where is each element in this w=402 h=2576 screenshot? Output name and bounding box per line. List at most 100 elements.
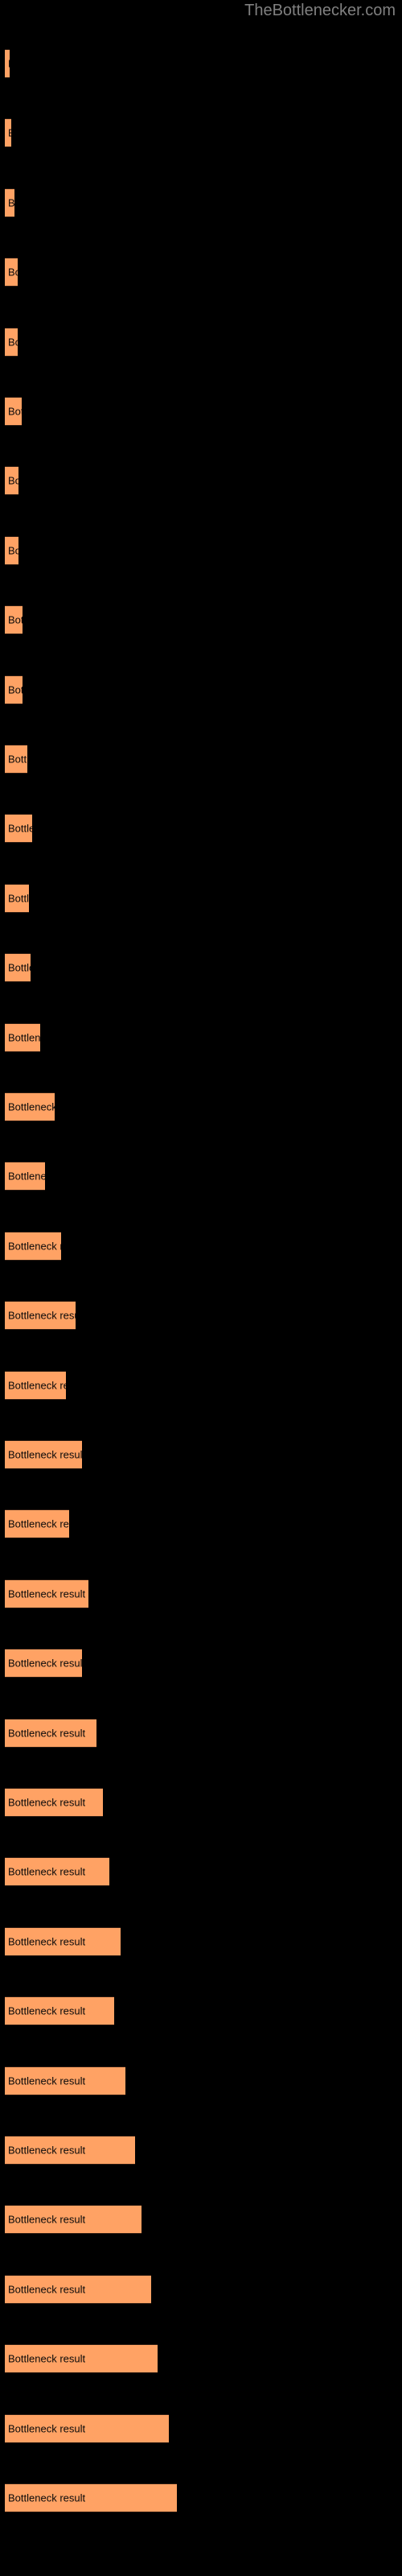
bar-label: Bottleneck result xyxy=(8,1031,40,1044)
bar-label-clip: Bottleneck result xyxy=(5,2067,125,2095)
bar-label: Bottleneck result xyxy=(8,2004,86,2017)
bar-label: Bottleneck result xyxy=(8,196,14,209)
bar-label-clip: Bottleneck result xyxy=(5,1997,114,2025)
bar-16: Bottleneck result xyxy=(5,1162,45,1191)
bar-label-clip: Bottleneck result xyxy=(5,676,23,704)
bar-label: Bottleneck result xyxy=(8,2352,86,2365)
bar-19: Bottleneck result xyxy=(5,1370,66,1400)
bar-label: Bottleneck result xyxy=(8,1865,86,1878)
bar-label: Bottleneck result xyxy=(8,613,23,626)
bar-5: Bottleneck result xyxy=(5,397,22,426)
bar-label: Bottleneck result xyxy=(8,2491,86,2504)
bar-label: Bottleneck result xyxy=(8,2422,86,2435)
bar-label-clip: Bottleneck result xyxy=(5,50,10,77)
bar-17: Bottleneck result xyxy=(5,1231,61,1261)
bar-label: Bottleneck result xyxy=(8,1240,61,1253)
bar-label-clip: Bottleneck result xyxy=(5,328,18,356)
bottleneck-bar-chart: Bottleneck result Bottleneck result Bottle… xyxy=(0,0,402,2576)
bar-label: Bottleneck result xyxy=(8,58,10,70)
bar-label-clip: Bottleneck result xyxy=(5,2345,158,2372)
bar-label-clip: Bottleneck result xyxy=(5,119,11,147)
bar-34: Bottleneck result xyxy=(5,2413,169,2443)
bar-7: Bottleneck result xyxy=(5,535,18,565)
bar-15: Bottleneck result xyxy=(5,1092,55,1121)
bar-3: Bottleneck result xyxy=(5,258,18,287)
bar-25: Bottleneck result xyxy=(5,1788,103,1817)
bar-label: Bottleneck result xyxy=(8,1309,76,1322)
bar-29: Bottleneck result xyxy=(5,2066,125,2095)
bar-label-clip: Bottleneck result xyxy=(5,1858,109,1885)
bar-1: Bottleneck result xyxy=(5,118,11,148)
bar-label: Bottleneck result xyxy=(8,753,27,766)
bar-label: Bottleneck result xyxy=(8,544,18,557)
bar-21: Bottleneck result xyxy=(5,1509,69,1539)
bar-label-clip: Bottleneck result xyxy=(5,1510,69,1538)
bar-label-clip: Bottleneck result xyxy=(5,745,27,773)
bar-label-clip: Bottleneck result xyxy=(5,885,29,912)
bar-23: Bottleneck result xyxy=(5,1649,82,1678)
bar-11: Bottleneck result xyxy=(5,814,32,844)
bar-label: Bottleneck result xyxy=(8,1448,82,1461)
bar-4: Bottleneck result xyxy=(5,327,18,357)
bar-label: Bottleneck result xyxy=(8,266,18,279)
bar-label-clip: Bottleneck result xyxy=(5,1162,45,1190)
bar-18: Bottleneck result xyxy=(5,1301,76,1331)
bar-label-clip: Bottleneck result xyxy=(5,398,22,425)
bar-label-clip: Bottleneck result xyxy=(5,1372,66,1399)
bar-27: Bottleneck result xyxy=(5,1926,121,1956)
bar-label: Bottleneck result xyxy=(8,2213,86,2226)
bar-22: Bottleneck result xyxy=(5,1579,88,1608)
bar-label: Bottleneck result xyxy=(8,1100,55,1113)
bar-label: Bottleneck result xyxy=(8,2283,86,2296)
bar-label: Bottleneck result xyxy=(8,336,18,349)
bar-label-clip: Bottleneck result xyxy=(5,815,32,842)
bar-label: Bottleneck result xyxy=(8,683,23,696)
bar-label-clip: Bottleneck result xyxy=(5,258,18,286)
bar-0: Bottleneck result xyxy=(5,49,10,78)
bar-31: Bottleneck result xyxy=(5,2205,142,2235)
bar-label: Bottleneck result xyxy=(8,1796,86,1809)
bar-14: Bottleneck result xyxy=(5,1022,40,1052)
bar-label: Bottleneck result xyxy=(8,1587,86,1600)
bar-label-clip: Bottleneck result xyxy=(5,1441,82,1468)
bar-6: Bottleneck result xyxy=(5,466,18,496)
bar-label: Bottleneck result xyxy=(8,1517,69,1530)
bar-26: Bottleneck result xyxy=(5,1857,109,1887)
bar-label-clip: Bottleneck result xyxy=(5,954,31,981)
bar-label-clip: Bottleneck result xyxy=(5,1232,61,1260)
bar-32: Bottleneck result xyxy=(5,2274,151,2304)
bar-label-clip: Bottleneck result xyxy=(5,1024,40,1051)
bar-label-clip: Bottleneck result xyxy=(5,1719,96,1747)
bar-label: Bottleneck result xyxy=(8,892,29,905)
bar-2: Bottleneck result xyxy=(5,188,14,217)
bar-label: Bottleneck result xyxy=(8,127,11,139)
bar-label: Bottleneck result xyxy=(8,405,22,418)
bar-label: Bottleneck result xyxy=(8,1657,82,1670)
bars-layer: Bottleneck result Bottleneck result Bottle… xyxy=(0,0,402,2576)
watermark-thebottlenecker: TheBottlenecker.com xyxy=(244,2,396,19)
bar-label-clip: Bottleneck result xyxy=(5,1649,82,1677)
bar-label-clip: Bottleneck result xyxy=(5,1580,88,1608)
bar-35: Bottleneck result xyxy=(5,2483,177,2512)
bar-33: Bottleneck result xyxy=(5,2344,158,2374)
bar-label-clip: Bottleneck result xyxy=(5,1302,76,1329)
bar-label: Bottleneck result xyxy=(8,1170,45,1183)
bar-label-clip: Bottleneck result xyxy=(5,1789,103,1816)
bar-8: Bottleneck result xyxy=(5,605,23,635)
bar-13: Bottleneck result xyxy=(5,953,31,983)
bar-12: Bottleneck result xyxy=(5,883,29,913)
bar-label: Bottleneck result xyxy=(8,822,32,835)
bar-label-clip: Bottleneck result xyxy=(5,2415,169,2442)
bar-label-clip: Bottleneck result xyxy=(5,1928,121,1955)
bar-label: Bottleneck result xyxy=(8,2144,86,2157)
bar-label: Bottleneck result xyxy=(8,961,31,974)
bar-28: Bottleneck result xyxy=(5,1996,114,2026)
bar-label-clip: Bottleneck result xyxy=(5,537,18,564)
bar-24: Bottleneck result xyxy=(5,1718,96,1748)
bar-label-clip: Bottleneck result xyxy=(5,2484,177,2512)
bar-9: Bottleneck result xyxy=(5,675,23,704)
bar-label-clip: Bottleneck result xyxy=(5,606,23,634)
bar-label-clip: Bottleneck result xyxy=(5,2136,135,2164)
bar-label: Bottleneck result xyxy=(8,1379,66,1392)
bar-20: Bottleneck result xyxy=(5,1440,82,1469)
